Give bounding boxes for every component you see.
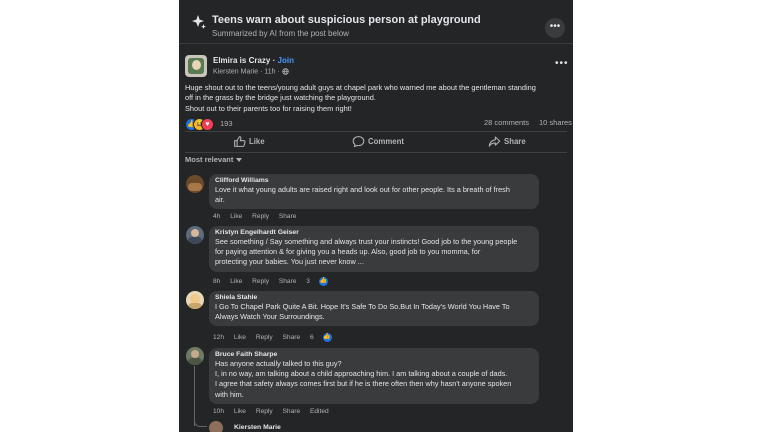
thumbs-up-badge-icon: 👍 <box>318 277 328 286</box>
comment-like-button[interactable]: Like <box>234 408 246 415</box>
comment-text-line: Love it what young adults are raised rig… <box>215 185 510 194</box>
speech-bubble-icon <box>352 136 365 148</box>
avatar[interactable] <box>186 226 204 244</box>
avatar[interactable] <box>186 175 204 193</box>
love-reaction-icon: ♥ <box>201 118 214 131</box>
reply-author-name[interactable]: Kiersten Marie <box>234 424 281 431</box>
comment-share-button[interactable]: Share <box>279 278 297 285</box>
comment-actions: 4h Like Reply Share <box>213 213 304 220</box>
share-label: Share <box>504 137 526 146</box>
comment-actions: 12h Like Reply Share 6 👍 <box>213 333 348 342</box>
globe-icon <box>282 68 289 75</box>
shares-count-link[interactable]: 10 shares <box>539 118 572 127</box>
comment-reply-button[interactable]: Reply <box>252 213 269 220</box>
comment-text-line: with him. <box>215 389 244 399</box>
meta-separator: · <box>260 68 263 76</box>
comment-text: Has anyone actually talked to this guy? … <box>215 359 533 400</box>
reaction-count: 193 <box>220 119 233 128</box>
comment-text-line: I Go To Chapel Park Quite A Bit. Hope It… <box>215 302 510 311</box>
post-panel: Teens warn about suspicious person at pl… <box>179 0 573 432</box>
group-avatar[interactable] <box>185 55 207 77</box>
post-body-line: Shout out to their parents too for raisi… <box>185 103 352 113</box>
comment-like-button[interactable]: Like <box>230 213 242 220</box>
sparkle-icon <box>192 15 206 29</box>
comment-text-line: I agree that safety always comes first b… <box>215 379 512 389</box>
commenter-name[interactable]: Shiela Stahle <box>215 294 533 301</box>
commenter-name[interactable]: Kristyn Engelhardt Geiser <box>215 229 533 236</box>
more-options-button[interactable]: ••• <box>545 18 565 38</box>
post-time[interactable]: 11h <box>264 68 275 75</box>
post-body-line: Huge shout out to the teens/young adult … <box>185 83 536 92</box>
summary-title: Teens warn about suspicious person at pl… <box>212 14 481 26</box>
thumbs-up-icon <box>234 136 246 147</box>
comment-reply-button[interactable]: Reply <box>256 408 273 415</box>
comment-share-button[interactable]: Share <box>279 213 297 220</box>
comment-like-button[interactable]: Like <box>234 334 246 341</box>
comment-actions: 8h Like Reply Share 3 👍 <box>213 277 344 286</box>
comment-actions: 10h Like Reply Share Edited <box>213 408 337 415</box>
comment-bubble: Shiela Stahle I Go To Chapel Park Quite … <box>209 291 539 327</box>
comment-like-button[interactable]: Like <box>230 278 242 285</box>
author-name[interactable]: Kiersten Marie <box>213 68 258 75</box>
avatar[interactable] <box>186 291 204 309</box>
group-name-link[interactable]: Elmira is Crazy <box>213 56 270 65</box>
comment-text-line: I, in no way, am talking about a child a… <box>215 369 508 379</box>
dot-separator: · <box>272 56 276 65</box>
ai-summary-header: Teens warn about suspicious person at pl… <box>179 0 573 44</box>
avatar[interactable] <box>186 347 204 365</box>
edited-label: Edited <box>309 408 329 415</box>
comment-share-button[interactable]: Share <box>283 408 301 415</box>
comment-text-line: protecting your babies. You just never k… <box>215 257 364 267</box>
comment-text-line: See something / Say something and always… <box>215 237 518 246</box>
comment-text-line: air. <box>215 195 225 205</box>
comment-text-line: Has anyone actually talked to this guy? <box>215 359 342 368</box>
summary-subtitle: Summarized by AI from the post below <box>212 29 349 38</box>
comment-time[interactable]: 12h <box>213 334 224 341</box>
like-count-value: 3 <box>306 278 310 286</box>
comment-bubble: Clifford Williams Love it what young adu… <box>209 174 539 210</box>
comment-text-line: for paying attention & for giving you a … <box>215 247 481 257</box>
meta-separator-2: · <box>277 68 280 76</box>
comment-share-button[interactable]: Share <box>283 334 301 341</box>
join-link[interactable]: Join <box>278 56 294 65</box>
comments-count-link[interactable]: 28 comments <box>484 118 529 127</box>
comment-bubble: Bruce Faith Sharpe Has anyone actually t… <box>209 348 539 404</box>
reply-thread-connector <box>194 418 207 427</box>
comment-like-count[interactable]: 6 👍 <box>309 333 340 342</box>
post-options-button[interactable]: ••• <box>555 58 569 69</box>
commenter-name[interactable]: Bruce Faith Sharpe <box>215 351 533 358</box>
post-meta: Kiersten Marie · 11h · <box>213 68 289 75</box>
comment-text: Love it what young adults are raised rig… <box>215 185 533 205</box>
like-count-value: 6 <box>309 334 314 342</box>
post-header: Elmira is Crazy · Join Kiersten Marie · … <box>179 52 573 80</box>
share-arrow-icon <box>488 136 501 147</box>
commenter-name[interactable]: Clifford Williams <box>215 177 533 184</box>
comment-bubble: Kristyn Engelhardt Geiser See something … <box>209 226 539 272</box>
comment-sort-dropdown[interactable]: Most relevant <box>185 155 243 164</box>
avatar[interactable] <box>209 421 223 432</box>
comment-time[interactable]: 10h <box>213 408 224 415</box>
post-action-bar: Like Comment Share <box>185 131 567 153</box>
thumbs-up-badge-icon: 👍 <box>322 333 332 342</box>
post-ellipsis-icon: ••• <box>555 58 569 69</box>
post-body-line: off in the grass by the bridge just watc… <box>185 93 376 103</box>
comment-text: See something / Say something and always… <box>215 237 533 268</box>
comment-time[interactable]: 4h <box>213 213 220 220</box>
like-label: Like <box>249 137 265 146</box>
sort-label: Most relevant <box>185 155 234 164</box>
reply-thread-line <box>194 366 195 426</box>
ellipsis-icon: ••• <box>549 21 561 32</box>
comment-text: I Go To Chapel Park Quite A Bit. Hope It… <box>215 302 533 322</box>
comment-text-line: Always Watch Your Surroundings. <box>215 312 325 322</box>
post-title-line: Elmira is Crazy · Join <box>213 56 294 65</box>
comment-time[interactable]: 8h <box>213 278 220 285</box>
comment-label: Comment <box>368 137 404 146</box>
comment-like-count[interactable]: 3 👍 <box>306 277 336 286</box>
caret-down-icon <box>236 158 243 163</box>
comment-reply-button[interactable]: Reply <box>252 278 269 285</box>
post-body: Huge shout out to the teens/young adult … <box>185 83 570 114</box>
comment-reply-button[interactable]: Reply <box>256 334 273 341</box>
